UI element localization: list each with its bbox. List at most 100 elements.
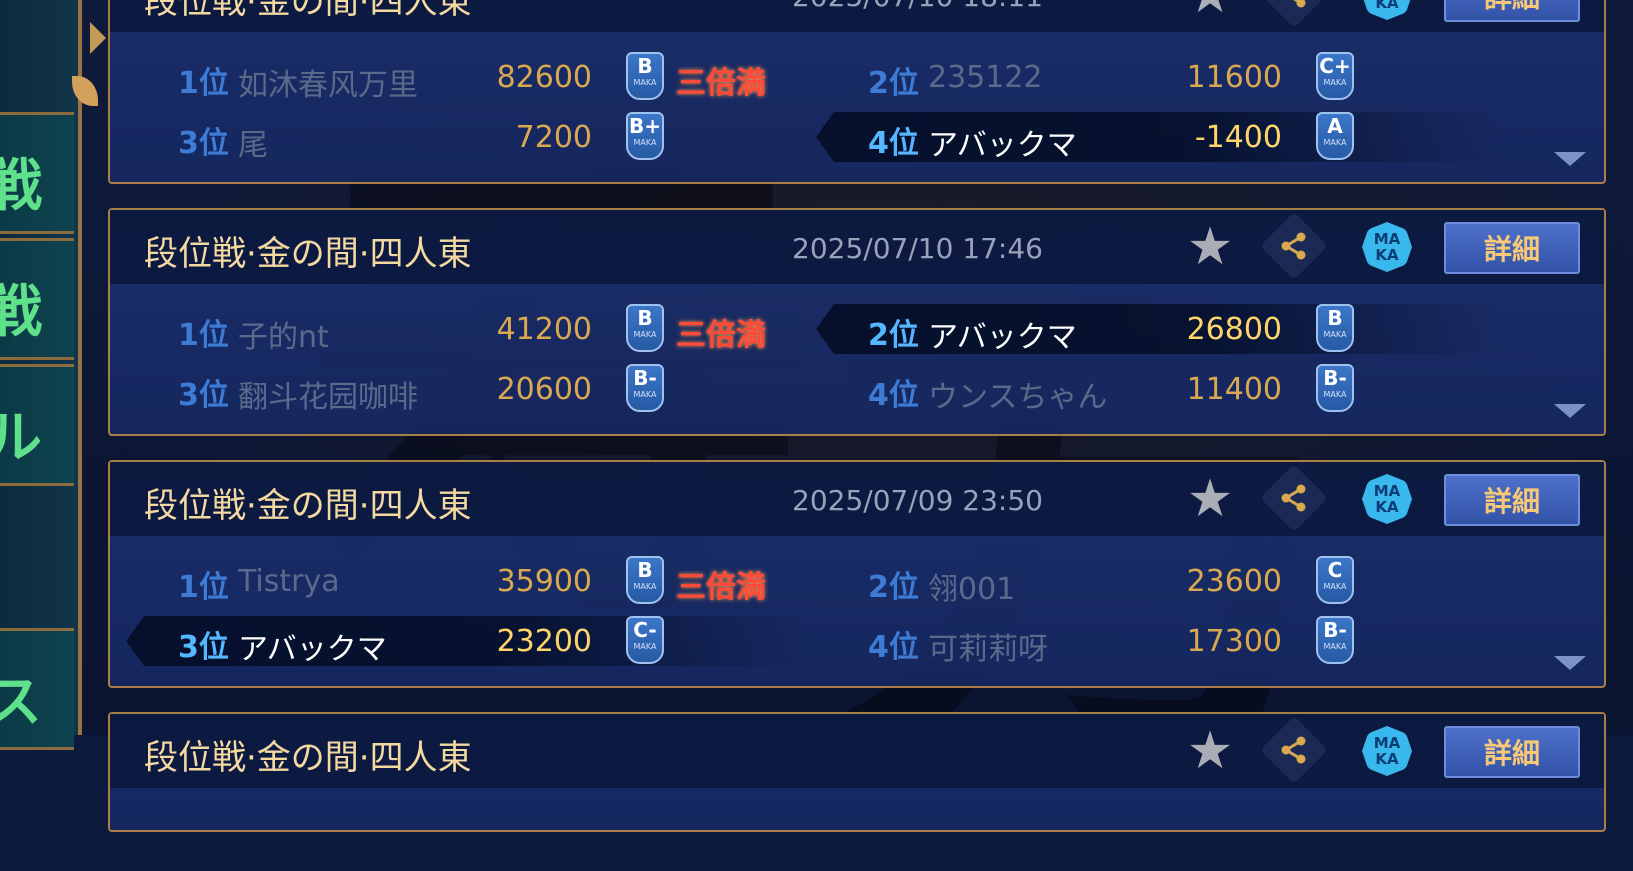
player-name: 子的nt [238,320,329,355]
grade-letter: B+ [628,114,661,138]
game-record-card: 段位戦·金の間·四人東 2025/07/10 18:11 ★ MA KA 詳細 1位如沐春… [108,0,1606,184]
player-score: 26800 [1186,312,1282,347]
share-button[interactable] [1260,212,1328,280]
player-rank: 3位 [178,126,229,161]
player-score: 35900 [496,564,592,599]
player-score: 11600 [1186,60,1282,95]
match-title: 段位戦·金の間·四人東 [144,0,472,22]
sidebar-tab-1[interactable]: 戦 [0,112,74,234]
player-score: 17300 [1186,624,1282,659]
player-name: 可莉莉呀 [928,632,1048,667]
favorite-star-icon[interactable]: ★ [1185,221,1235,273]
maka-label: MA KA [1373,230,1401,264]
grade-letter: B- [1323,618,1347,642]
rank-grade-badge: C MAKA [1316,556,1354,604]
badge-caption: MAKA [1323,642,1347,651]
detail-button[interactable]: 詳細 [1444,474,1580,526]
favorite-star-icon[interactable]: ★ [1185,0,1235,21]
player-name: アバックマ [238,632,387,667]
rank-grade-badge: B- MAKA [1316,616,1354,664]
player-name: 235122 [928,60,1043,95]
share-button[interactable] [1260,716,1328,784]
player-rank: 1位 [178,318,229,353]
game-record-card: 段位戦·金の間·四人東 ★ MA KA 詳細 [108,712,1606,832]
share-icon [1281,736,1306,764]
grade-letter: C [1327,558,1343,582]
grade-letter: B [637,306,653,330]
player-entry: 2位 235122 11600 C+ MAKA [816,52,1496,102]
grade-letter: B [1327,306,1343,330]
detail-button[interactable]: 詳細 [1444,222,1580,274]
player-score: -1400 [1194,120,1282,155]
yakuman-label: 三倍満 [676,570,766,605]
expand-chevron-icon[interactable] [1554,656,1586,670]
player-rank: 2位 [868,570,919,605]
player-rank: 4位 [868,630,919,665]
player-rank: 1位 [178,66,229,101]
badge-caption: MAKA [633,582,657,591]
grade-letter: C- [633,618,657,642]
badge-caption: MAKA [1323,138,1347,147]
player-entry: 2位 アバックマ 26800 B MAKA [816,304,1496,354]
yakuman-label: 三倍満 [676,318,766,353]
player-entry: 3位 翻斗花园咖啡 20600 B- MAKA [126,364,806,415]
player-entry: 1位 Tistrya 35900 B MAKA 三倍満 [126,556,806,606]
player-score: 20600 [496,372,592,407]
maka-label: MA KA [1373,482,1401,516]
rank-grade-badge: C- MAKA [626,616,664,664]
game-record-card: 段位戦·金の間·四人東 2025/07/10 17:46 ★ MA KA 詳細 1位 子的n… [108,208,1606,436]
share-icon [1285,0,1306,8]
player-entry: 4位 ウンスちゃん 11400 B- MAKA [816,364,1496,415]
expand-chevron-icon[interactable] [1554,404,1586,418]
favorite-star-icon[interactable]: ★ [1185,473,1235,525]
match-date: 2025/07/10 18:11 [792,0,1043,13]
player-name: ウンスちゃん [928,380,1108,415]
rank-grade-badge: B MAKA [1316,304,1354,352]
grade-letter: B- [1323,366,1347,390]
maka-replay-button[interactable]: MA KA [1362,0,1412,20]
share-button[interactable] [1260,0,1328,28]
player-rank: 1位 [178,570,229,605]
badge-caption: MAKA [633,78,657,87]
rank-grade-badge: A MAKA [1316,112,1354,160]
share-icon [1281,484,1306,512]
maka-replay-button[interactable]: MA KA [1362,474,1412,524]
maka-replay-button[interactable]: MA KA [1362,726,1412,776]
maka-replay-button[interactable]: MA KA [1362,222,1412,272]
match-date: 2025/07/10 17:46 [792,232,1043,265]
player-name: 翎001 [928,572,1016,607]
match-date: 2025/07/09 23:50 [792,484,1043,517]
sidebar-tab-1-label: 戦 [0,141,42,222]
yakuman-label: 三倍満 [676,66,766,101]
favorite-star-icon[interactable]: ★ [1185,725,1235,777]
badge-caption: MAKA [633,330,657,339]
player-score: 41200 [496,312,592,347]
match-title: 段位戦·金の間·四人東 [144,738,472,778]
expand-chevron-icon[interactable] [1554,152,1586,166]
player-entry: 1位 如沐春风万里 82600 B MAKA 三倍満 [126,52,806,103]
detail-button[interactable]: 詳細 [1444,0,1580,22]
player-entry: 4位 可莉莉呀 17300 B- MAKA [816,616,1496,667]
grade-letter: B [637,558,653,582]
badge-caption: MAKA [1323,390,1347,399]
player-score: 23600 [1186,564,1282,599]
badge-caption: MAKA [633,138,657,147]
sidebar-tab-2-label: 戦 [0,267,42,348]
share-button[interactable] [1260,464,1328,532]
card-header: 段位戦·金の間·四人東 2025/07/10 18:11 ★ MA KA 詳細 [110,0,1604,32]
player-score: 7200 [515,120,592,155]
share-icon [1281,232,1306,260]
rank-grade-badge: B MAKA [626,556,664,604]
player-rank: 3位 [178,378,229,413]
sidebar-tab-4-label: ス [0,657,42,738]
player-name: アバックマ [928,128,1077,163]
player-entry: 4位 アバックマ -1400 A MAKA [816,112,1496,162]
chevron-right-icon[interactable] [90,22,106,54]
badge-caption: MAKA [633,642,657,651]
grade-letter: B- [633,366,657,390]
sidebar-tab-4[interactable]: ス [0,628,74,750]
sidebar-tab-2[interactable]: 戦 [0,238,74,360]
sidebar-tab-3[interactable]: ル [0,364,74,486]
detail-button[interactable]: 詳細 [1444,726,1580,778]
match-title: 段位戦·金の間·四人東 [144,486,472,526]
